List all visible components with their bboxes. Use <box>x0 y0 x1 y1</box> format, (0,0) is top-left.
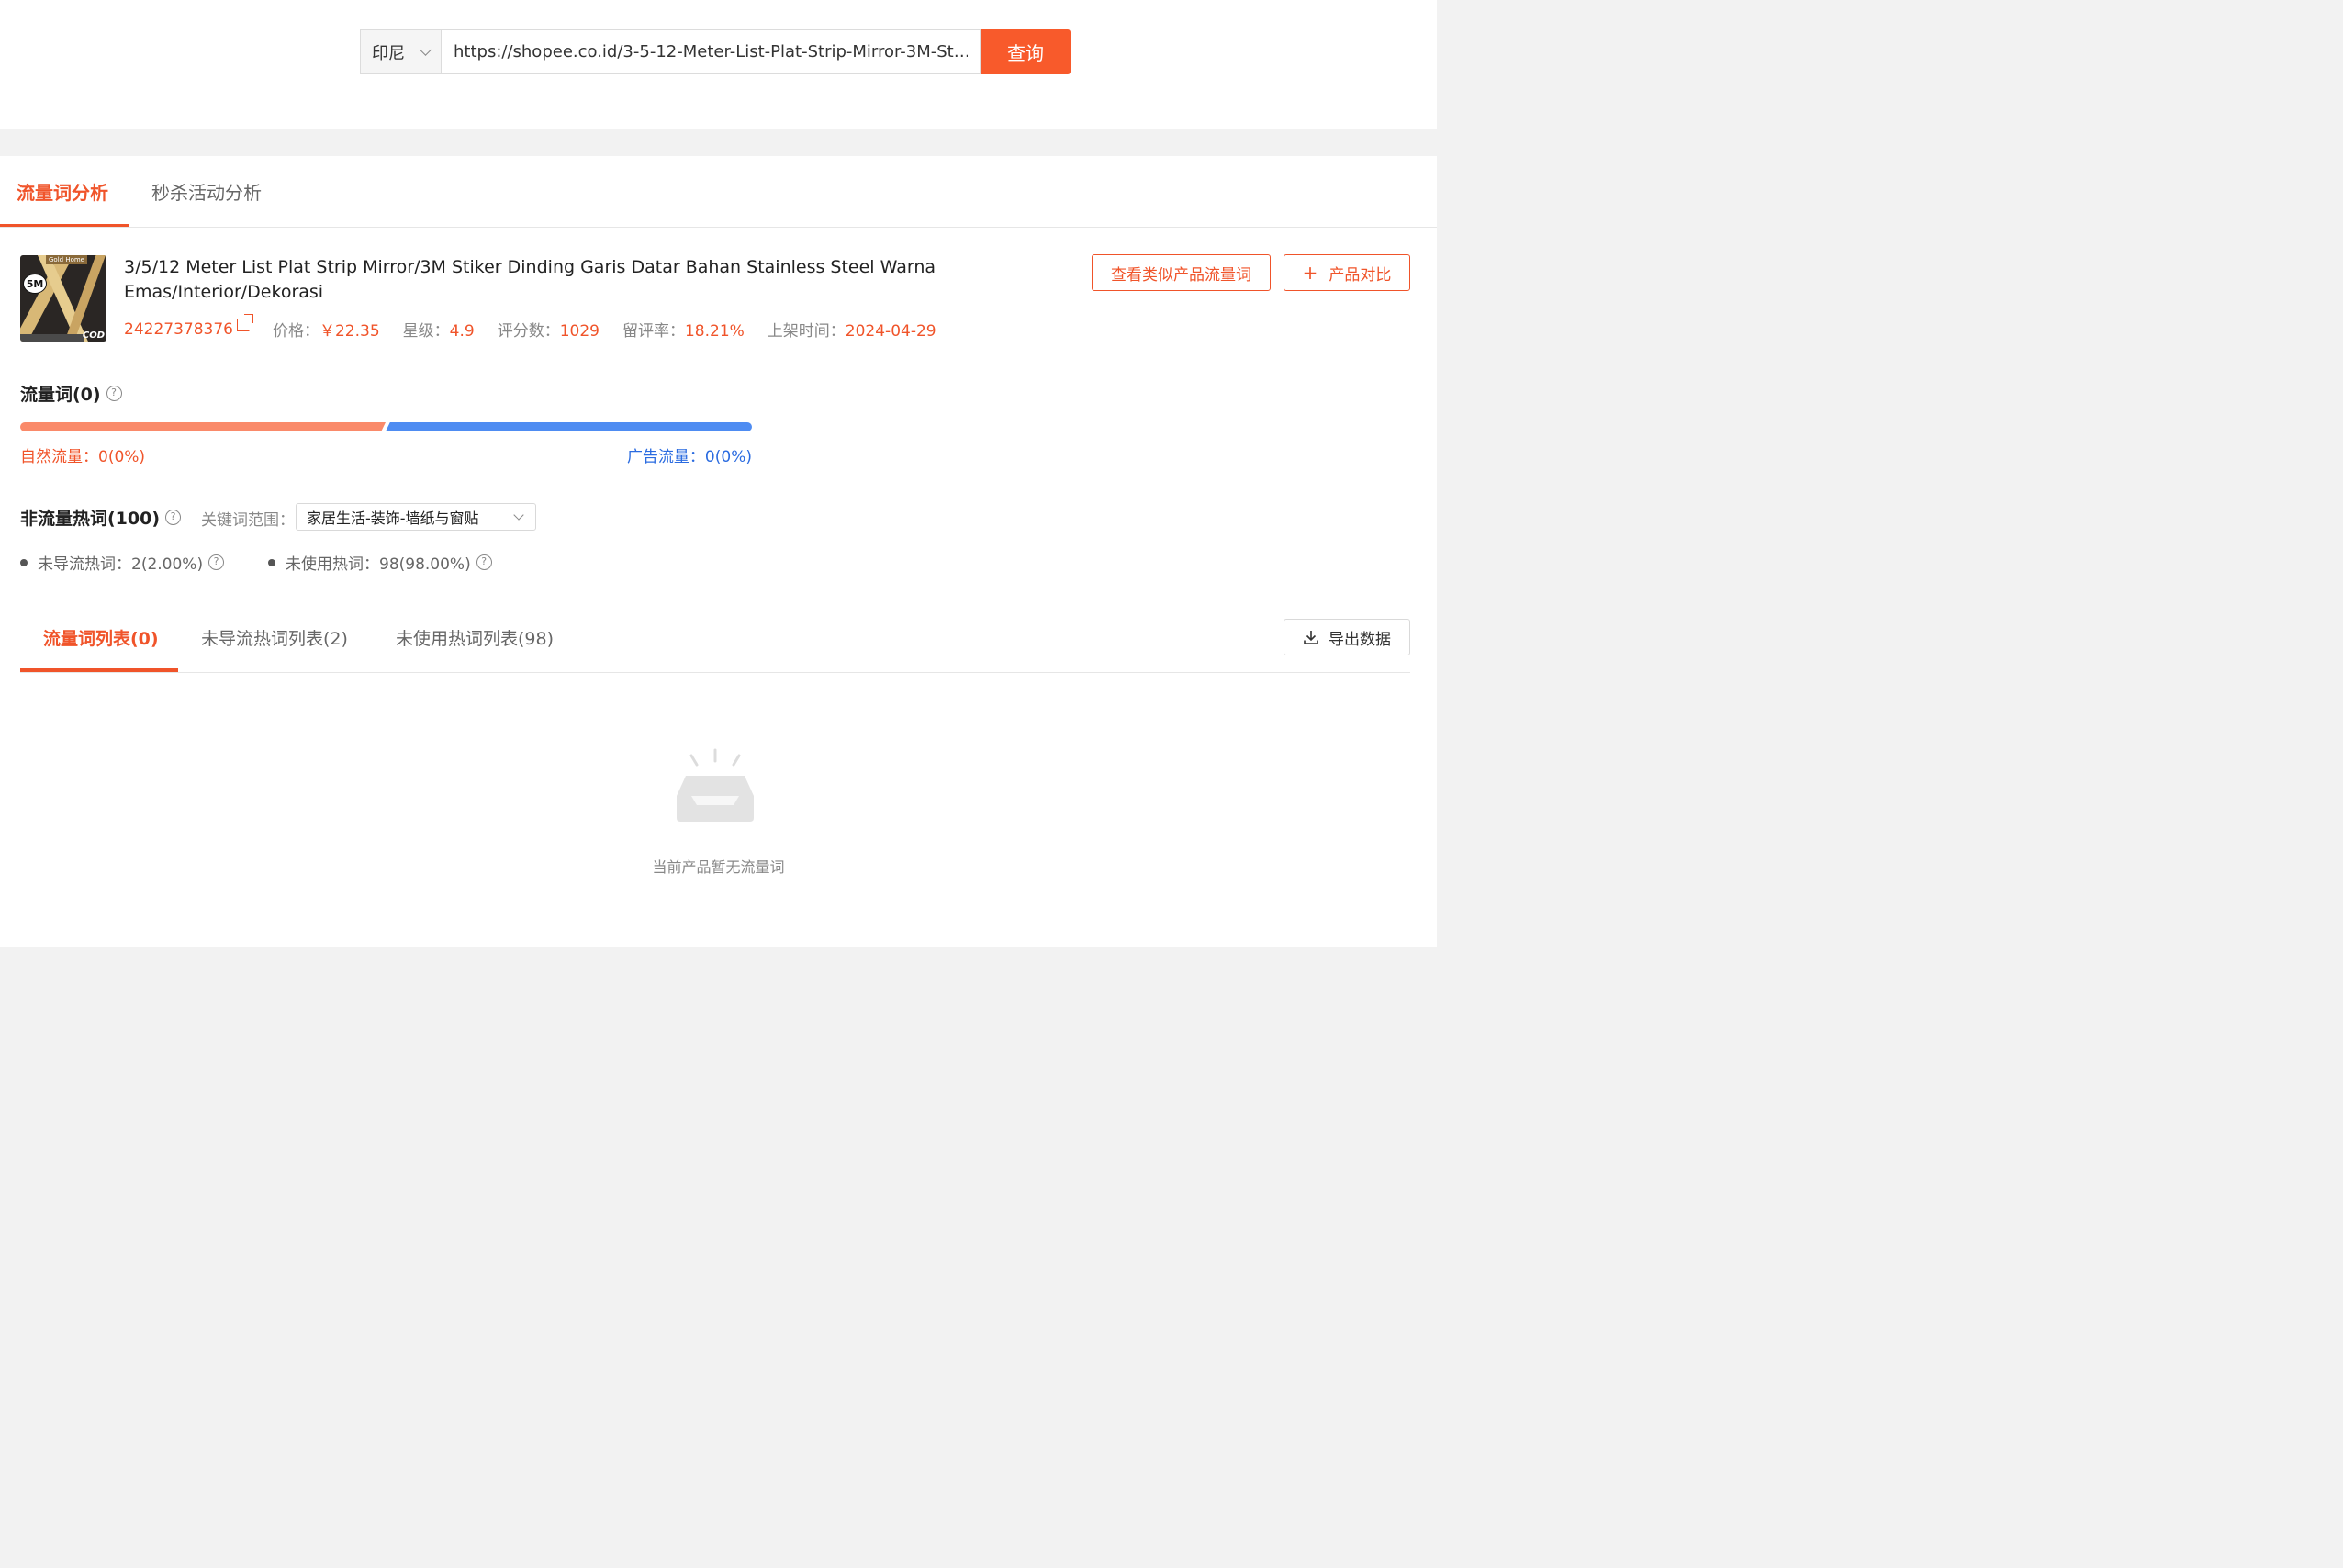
rating-value: 4.9 <box>449 322 475 341</box>
help-icon[interactable]: ? <box>106 386 122 401</box>
ad-traffic-label: 广告流量：0(0%) <box>626 448 752 466</box>
keyword-range-label: 关键词范围： <box>201 511 295 530</box>
main-panel: 流量词分析 秒杀活动分析 Gold Home 5M COD 3/5/12 Met… <box>0 156 1437 947</box>
query-button[interactable]: 查询 <box>981 29 1071 74</box>
natural-traffic-label: 自然流量：0(0%) <box>20 448 146 466</box>
tab-traffic-keyword-list[interactable]: 流量词列表(0) <box>43 625 159 650</box>
search-bar: 印尼 查询 <box>360 29 1071 74</box>
empty-state-text: 当前产品暂无流量词 <box>652 858 785 876</box>
plus-icon: + <box>1302 262 1318 284</box>
export-data-label: 导出数据 <box>1328 630 1391 649</box>
unguided-hot-words-text: 未导流热词：2(2.00%) <box>38 555 204 574</box>
listed-date-value: 2024-04-29 <box>845 322 936 341</box>
active-tab-indicator <box>0 224 129 227</box>
region-select-value: 印尼 <box>372 43 405 63</box>
rating-item: 星级：4.9 <box>403 318 475 341</box>
product-title[interactable]: 3/5/12 Meter List Plat Strip Mirror/3M S… <box>124 255 950 305</box>
product-id-link[interactable]: 24227378376 <box>124 313 253 339</box>
keyword-list-tabs: 流量词列表(0) 未导流热词列表(2) 未使用热词列表(98) 导出数据 <box>20 597 1410 673</box>
region-select[interactable]: 印尼 <box>360 29 441 74</box>
price-label: 价格： <box>272 322 320 341</box>
similar-products-button[interactable]: 查看类似产品流量词 <box>1092 254 1271 291</box>
analysis-tabs: 流量词分析 秒杀活动分析 <box>0 156 1437 228</box>
active-tab-indicator <box>20 668 178 672</box>
download-icon <box>1304 631 1318 644</box>
review-rate-item: 留评率：18.21% <box>622 318 745 341</box>
reviews-item: 评分数：1029 <box>498 318 600 341</box>
compare-product-button[interactable]: + 产品对比 <box>1284 254 1410 291</box>
tab-flash-sale[interactable]: 秒杀活动分析 <box>151 178 262 205</box>
search-header: 印尼 查询 <box>0 0 1437 129</box>
tab-unguided-hot-word-list[interactable]: 未导流热词列表(2) <box>201 625 348 650</box>
hot-keywords-heading: 非流量热词(100) ? <box>20 505 182 530</box>
ad-traffic-bar <box>386 422 752 431</box>
product-meta: 24227378376 价格：￥22.35 星级：4.9 评分数：1029 留评… <box>124 313 959 341</box>
empty-inbox-icon <box>677 748 754 822</box>
help-icon[interactable]: ? <box>208 554 225 570</box>
help-icon[interactable]: ? <box>476 554 492 570</box>
bullet-dot <box>268 558 275 566</box>
thumbnail-cod-label: COD <box>82 330 105 341</box>
reviews-value: 1029 <box>559 322 600 341</box>
chevron-down-icon <box>420 43 432 56</box>
traffic-keywords-title: 流量词(0) <box>20 385 101 405</box>
natural-traffic-bar <box>20 422 386 431</box>
unused-hot-words-text: 未使用热词：98(98.00%) <box>286 555 471 574</box>
bullet-dot <box>20 558 28 566</box>
listed-date-label: 上架时间： <box>767 322 846 341</box>
review-rate-label: 留评率： <box>622 322 685 341</box>
export-data-button[interactable]: 导出数据 <box>1284 619 1410 655</box>
help-icon[interactable]: ? <box>165 510 182 525</box>
product-thumbnail[interactable]: Gold Home 5M COD <box>20 255 106 342</box>
compare-label: 产品对比 <box>1328 265 1392 285</box>
unguided-hot-words-stat: 未导流热词：2(2.00%) ? <box>20 551 225 574</box>
thumbnail-footer <box>20 334 84 342</box>
thumbnail-brand: Gold Home <box>46 255 87 264</box>
price-item: 价格：￥22.35 <box>273 318 380 341</box>
external-link-icon <box>236 313 253 331</box>
review-rate-value: 18.21% <box>684 322 745 341</box>
keyword-range-value: 家居生活-装饰-墙纸与窗贴 <box>307 510 479 527</box>
thumbnail-length-badge: 5M <box>23 274 47 294</box>
rating-label: 星级： <box>402 322 450 341</box>
chevron-down-icon <box>513 510 524 521</box>
unused-hot-words-stat: 未使用热词：98(98.00%) ? <box>268 551 492 574</box>
hot-keywords-title: 非流量热词(100) <box>20 509 161 529</box>
keyword-range-select[interactable]: 家居生活-装饰-墙纸与窗贴 <box>296 503 536 531</box>
tab-unused-hot-word-list[interactable]: 未使用热词列表(98) <box>396 625 554 650</box>
traffic-keywords-heading: 流量词(0) ? <box>20 381 122 406</box>
product-id: 24227378376 <box>124 319 233 339</box>
url-input[interactable] <box>441 29 981 74</box>
listed-date-item: 上架时间：2024-04-29 <box>768 318 936 341</box>
tab-traffic-keywords[interactable]: 流量词分析 <box>17 178 108 205</box>
reviews-label: 评分数： <box>497 322 560 341</box>
price-value: ￥22.35 <box>319 322 380 341</box>
